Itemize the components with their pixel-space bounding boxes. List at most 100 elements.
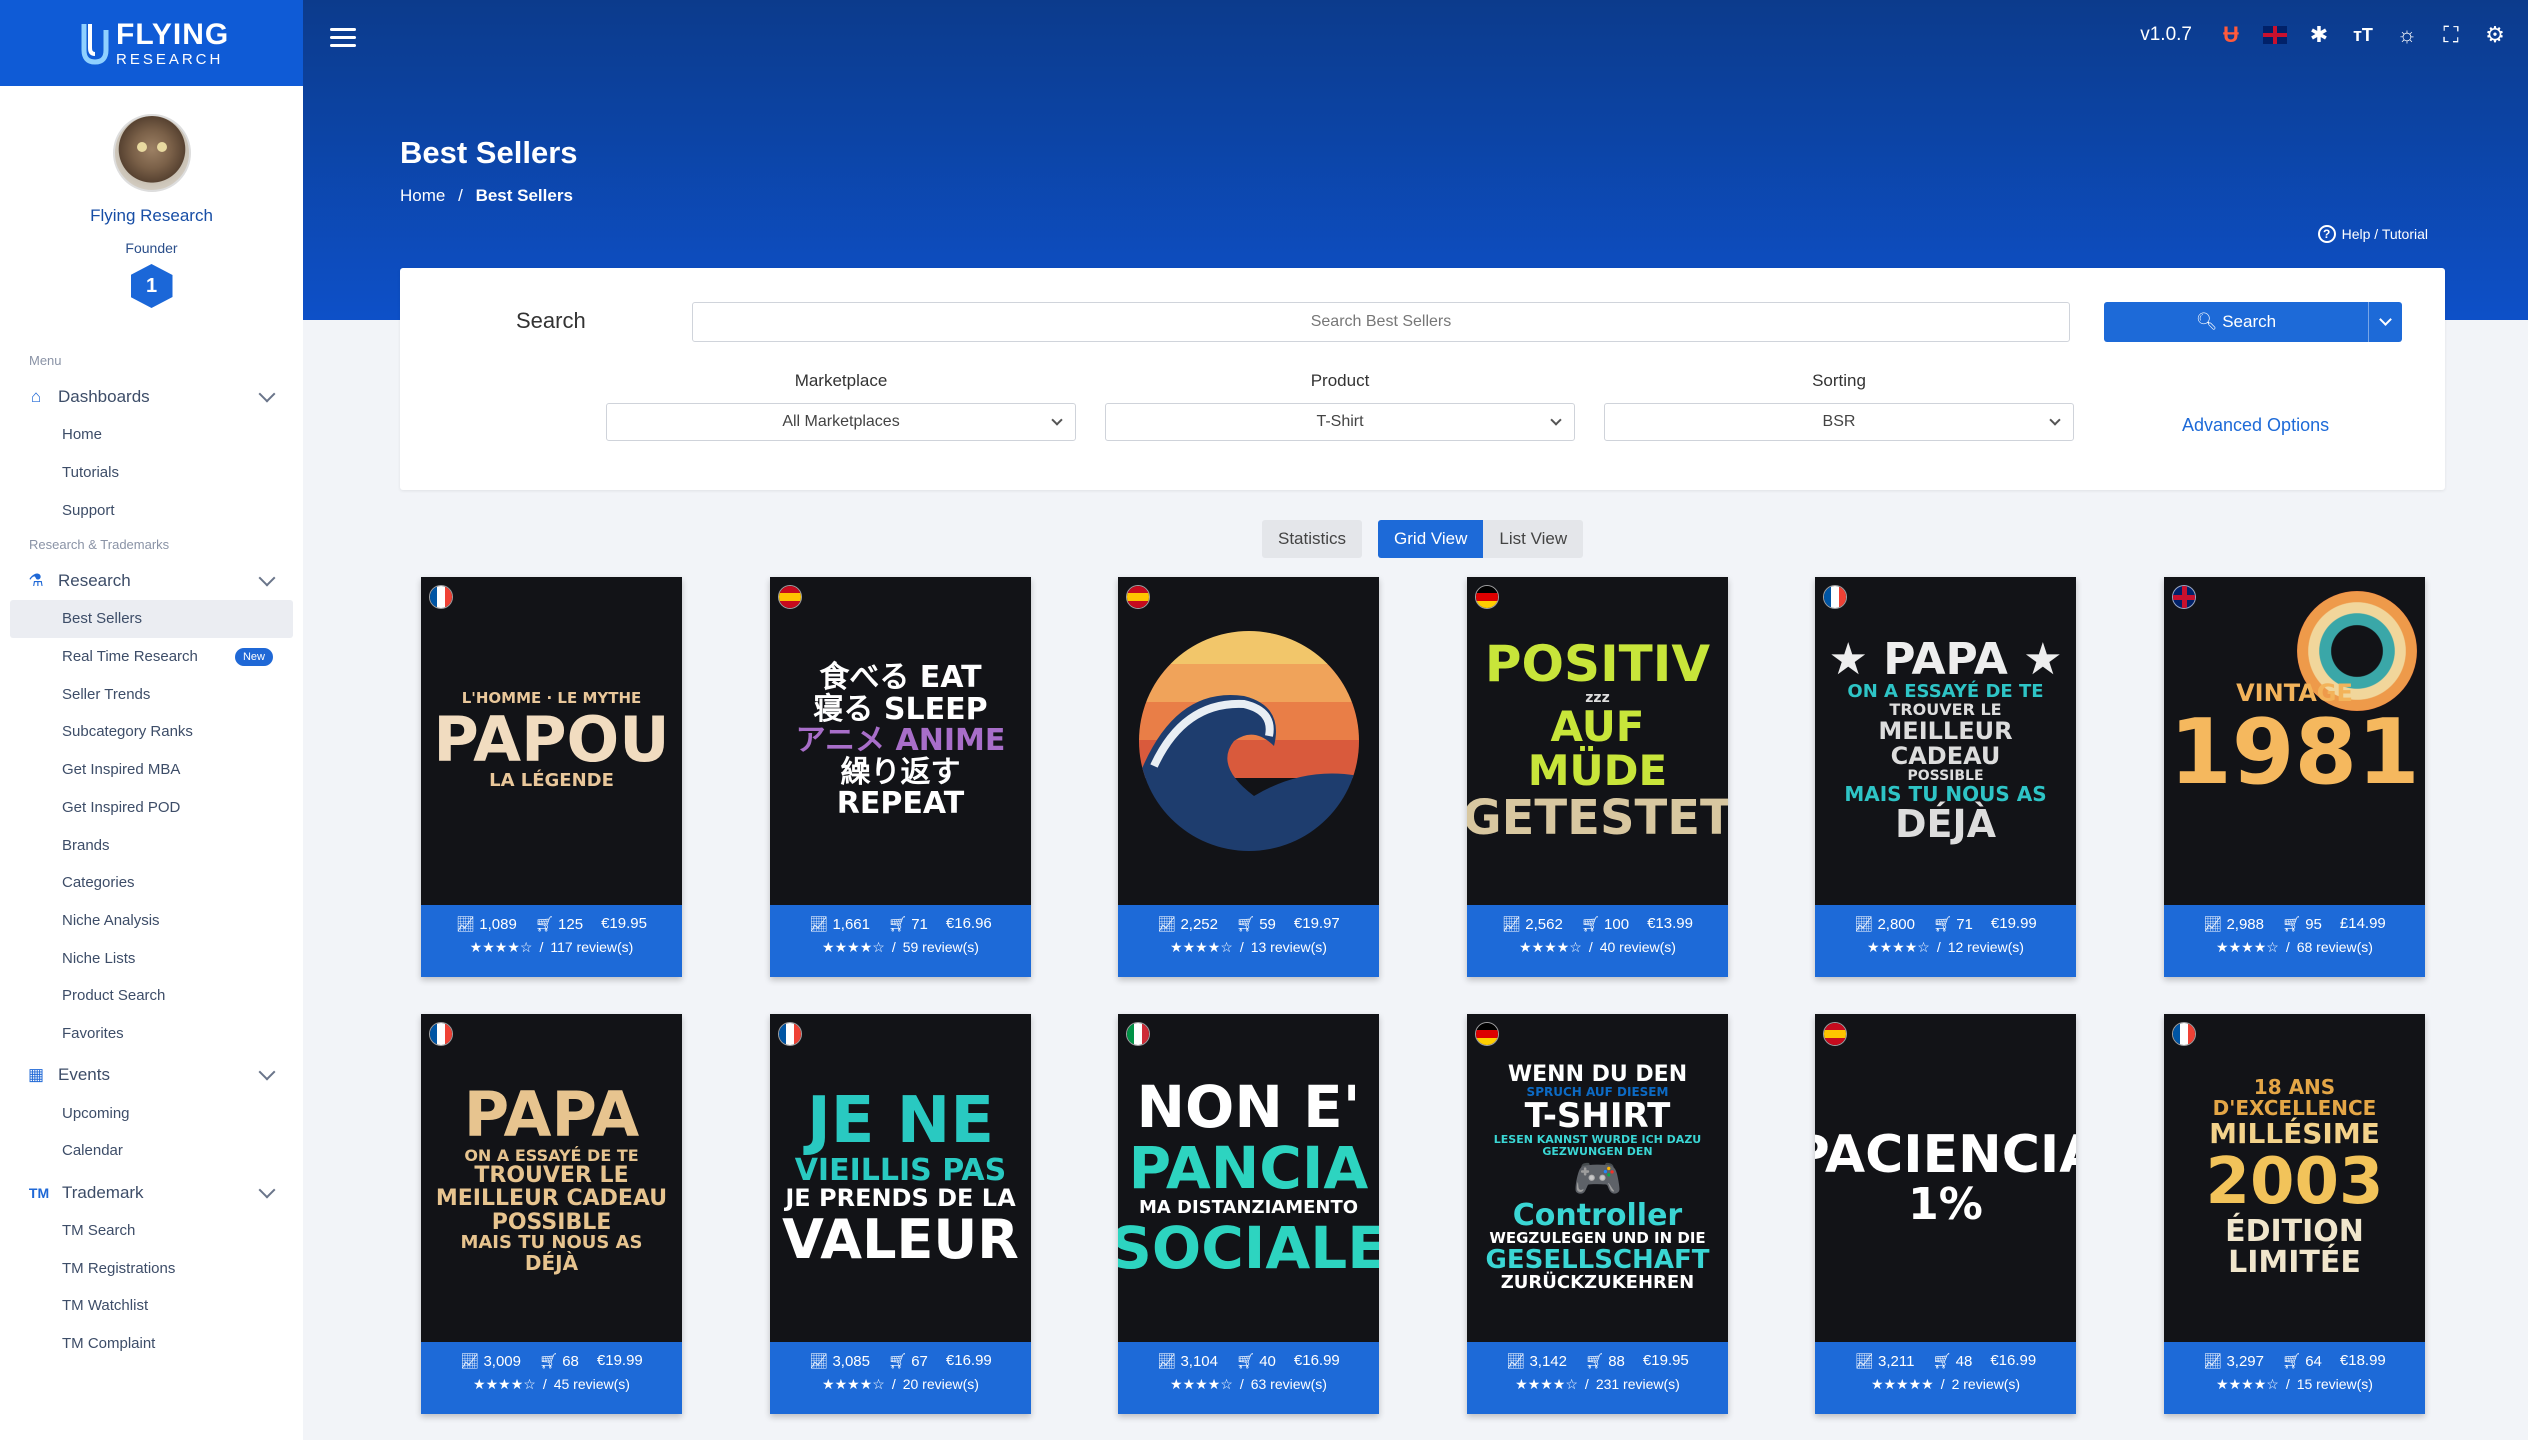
- sidebar-item-get-inspired-pod[interactable]: Get Inspired POD: [0, 789, 303, 827]
- sidebar-item-product-search[interactable]: Product Search: [0, 977, 303, 1015]
- product-card[interactable]: 18 ANS D'EXCELLENCE MILLÉSIME 2003 ÉDITION …: [2164, 1014, 2425, 1414]
- fullscreen-icon[interactable]: ⛶: [2438, 22, 2464, 48]
- sorting-select[interactable]: BSR: [1604, 403, 2074, 441]
- sidebar-item-upcoming[interactable]: Upcoming: [0, 1094, 303, 1132]
- bug-icon[interactable]: ✱: [2306, 22, 2332, 48]
- advanced-options-link[interactable]: Advanced Options: [2182, 415, 2329, 436]
- sidebar-item-niche-analysis[interactable]: Niche Analysis: [0, 902, 303, 940]
- product-card[interactable]: JE NE VIEILLIS PAS JE PRENDS DE LA VALEUR 📈︎…: [770, 1014, 1031, 1414]
- product-image[interactable]: PAPA ON A ESSAYÉ DE TE TROUVER LE MEILLEUR …: [421, 1014, 682, 1342]
- review-count[interactable]: 231 review(s): [1596, 1376, 1680, 1392]
- review-count[interactable]: 45 review(s): [554, 1376, 630, 1392]
- review-count[interactable]: 15 review(s): [2297, 1376, 2373, 1392]
- review-count[interactable]: 117 review(s): [550, 939, 633, 955]
- product-card[interactable]: PACIENCIA1% 📈︎ 3,211 🛒︎ 48 €16.99 ★★★★★ / 2 re…: [1815, 1014, 2076, 1414]
- menu-group-events[interactable]: ▦ Events: [0, 1056, 303, 1094]
- sidebar-item-tm-registrations[interactable]: TM Registrations: [0, 1249, 303, 1287]
- sidebar-item-tm-complaint[interactable]: TM Complaint: [0, 1325, 303, 1363]
- sidebar-item-categories[interactable]: Categories: [0, 864, 303, 902]
- review-count[interactable]: 63 review(s): [1251, 1376, 1327, 1392]
- sidebar-item-niche-lists[interactable]: Niche Lists: [0, 939, 303, 977]
- product-image[interactable]: WENN DU DEN SPRUCH AUF DIESEM T-SHIRT LESEN…: [1467, 1014, 1728, 1342]
- product-card[interactable]: VINTAGE 1981 📈︎ 2,988 🛒︎ 95 £14.99 ★★★★☆ / 68 r…: [2164, 577, 2425, 977]
- sidebar-item-home[interactable]: Home: [0, 416, 303, 454]
- sidebar-item-real-time-research[interactable]: Real Time Research New: [0, 638, 303, 676]
- breadcrumb: Home / Best Sellers: [400, 186, 573, 206]
- profile-role: Founder: [125, 240, 178, 256]
- brightness-icon[interactable]: ☼: [2394, 22, 2420, 48]
- avatar[interactable]: [112, 114, 191, 192]
- product-image[interactable]: ★ PAPA ★ ON A ESSAYÉ DE TE TROUVER LE MEILL…: [1815, 577, 2076, 905]
- search-input[interactable]: Search Best Sellers: [692, 302, 2070, 342]
- logo-bar[interactable]: FLYING RESEARCH: [0, 0, 303, 86]
- sidebar-item-favorites[interactable]: Favorites: [0, 1015, 303, 1053]
- brand-u-icon[interactable]: Ʉ: [2218, 22, 2244, 48]
- tab-list-view[interactable]: List View: [1483, 520, 1584, 558]
- menu-group-dashboards[interactable]: ⌂ Dashboards: [0, 378, 303, 416]
- star-rating: ★★★★☆: [469, 939, 533, 955]
- tab-grid-view[interactable]: Grid View: [1378, 520, 1484, 558]
- product-image[interactable]: NON E' PANCIA MA DISTANZIAMENTO SOCIALE: [1118, 1014, 1379, 1342]
- brand-logo-icon: [81, 24, 109, 65]
- sidebar-item-calendar[interactable]: Calendar: [0, 1132, 303, 1170]
- text-size-icon[interactable]: ᴛT: [2350, 22, 2376, 48]
- product-card[interactable]: POSITIV zzz AUF MÜDE GETESTET 📈︎ 2,562 🛒︎ 100…: [1467, 577, 1728, 977]
- menu-group-research[interactable]: ⚗ Research: [0, 562, 303, 600]
- product-image[interactable]: L'HOMME · LE MYTHE PAPOU LA LÉGENDE: [421, 577, 682, 905]
- sidebar-item-get-inspired-mba[interactable]: Get Inspired MBA: [0, 751, 303, 789]
- language-flag-icon[interactable]: [2262, 22, 2288, 48]
- search-options-dropdown[interactable]: [2368, 302, 2402, 342]
- review-count[interactable]: 40 review(s): [1600, 939, 1676, 955]
- product-image[interactable]: JE NE VIEILLIS PAS JE PRENDS DE LA VALEUR: [770, 1014, 1031, 1342]
- product-image[interactable]: [1118, 577, 1379, 905]
- menu-group-label: Research: [58, 571, 131, 591]
- sidebar-item-subcategory-ranks[interactable]: Subcategory Ranks: [0, 713, 303, 751]
- search-button-main[interactable]: 🔍︎ Search: [2104, 312, 2368, 332]
- tab-statistics[interactable]: Statistics: [1262, 520, 1363, 558]
- marketplace-select[interactable]: All Marketplaces: [606, 403, 1076, 441]
- product-card[interactable]: 📈︎ 2,252 🛒︎ 59 €19.97 ★★★★☆ / 13 review(s): [1118, 577, 1379, 977]
- chart-icon: 📈︎: [1502, 916, 1526, 933]
- profile-name[interactable]: Flying Research: [0, 206, 303, 226]
- product-card[interactable]: NON E' PANCIA MA DISTANZIAMENTO SOCIALE 📈︎ 3…: [1118, 1014, 1379, 1414]
- review-count[interactable]: 13 review(s): [1251, 939, 1327, 955]
- settings-gear-icon[interactable]: ⚙: [2482, 22, 2508, 48]
- review-count[interactable]: 20 review(s): [903, 1376, 979, 1392]
- menu-group-trademark[interactable]: TM Trademark: [0, 1174, 303, 1212]
- review-count[interactable]: 2 review(s): [1952, 1376, 2020, 1392]
- review-count[interactable]: 59 review(s): [903, 939, 979, 955]
- sidebar-item-seller-trends[interactable]: Seller Trends: [0, 675, 303, 713]
- menu-group-label: Trademark: [62, 1182, 144, 1202]
- search-button[interactable]: 🔍︎ Search: [2104, 302, 2402, 342]
- price-value: €16.99: [945, 1352, 992, 1369]
- product-select[interactable]: T-Shirt: [1105, 403, 1575, 441]
- product-card[interactable]: L'HOMME · LE MYTHE PAPOU LA LÉGENDE 📈︎ 1,08…: [421, 577, 682, 977]
- sidebar-item-best-sellers[interactable]: Best Sellers: [10, 600, 293, 638]
- product-image[interactable]: 18 ANS D'EXCELLENCE MILLÉSIME 2003 ÉDITION …: [2164, 1014, 2425, 1342]
- review-count[interactable]: 12 review(s): [1948, 939, 2024, 955]
- product-stats: 📈︎ 2,988 🛒︎ 95 £14.99 ★★★★☆ / 68 review(s): [2164, 905, 2425, 977]
- product-card[interactable]: PAPA ON A ESSAYÉ DE TE TROUVER LE MEILLEUR …: [421, 1014, 682, 1414]
- sidebar-item-support[interactable]: Support: [0, 491, 303, 529]
- sidebar-item-brands[interactable]: Brands: [0, 826, 303, 864]
- product-image[interactable]: POSITIV zzz AUF MÜDE GETESTET: [1467, 577, 1728, 905]
- help-tutorial-link[interactable]: ? Help / Tutorial: [2317, 225, 2428, 243]
- review-count[interactable]: 68 review(s): [2297, 939, 2373, 955]
- product-image[interactable]: 食べる EAT 寝る SLEEP アニメ ANIME 繰り返す REPEAT: [770, 577, 1031, 905]
- sidebar-item-tutorials[interactable]: Tutorials: [0, 454, 303, 492]
- product-image[interactable]: VINTAGE 1981: [2164, 577, 2425, 905]
- hamburger-menu-icon[interactable]: [330, 28, 356, 48]
- design-text: 2003: [2205, 1144, 2384, 1219]
- sidebar-item-tm-watchlist[interactable]: TM Watchlist: [0, 1287, 303, 1325]
- design-text: 食べる EAT: [819, 660, 982, 696]
- menu-caption: Menu: [29, 353, 62, 368]
- product-card[interactable]: ★ PAPA ★ ON A ESSAYÉ DE TE TROUVER LE MEILL…: [1815, 577, 2076, 977]
- sales-stat: 🛒︎ 125: [535, 915, 583, 933]
- cart-icon: 🛒︎: [1932, 1353, 1956, 1370]
- star-rating: ★★★★☆: [1170, 939, 1233, 955]
- sidebar-item-tm-search[interactable]: TM Search: [0, 1212, 303, 1250]
- product-card[interactable]: 食べる EAT 寝る SLEEP アニメ ANIME 繰り返す REPEAT 📈︎ 1,…: [770, 577, 1031, 977]
- product-image[interactable]: PACIENCIA1%: [1815, 1014, 2076, 1342]
- breadcrumb-home[interactable]: Home: [400, 186, 445, 205]
- product-card[interactable]: WENN DU DEN SPRUCH AUF DIESEM T-SHIRT LESEN…: [1467, 1014, 1728, 1414]
